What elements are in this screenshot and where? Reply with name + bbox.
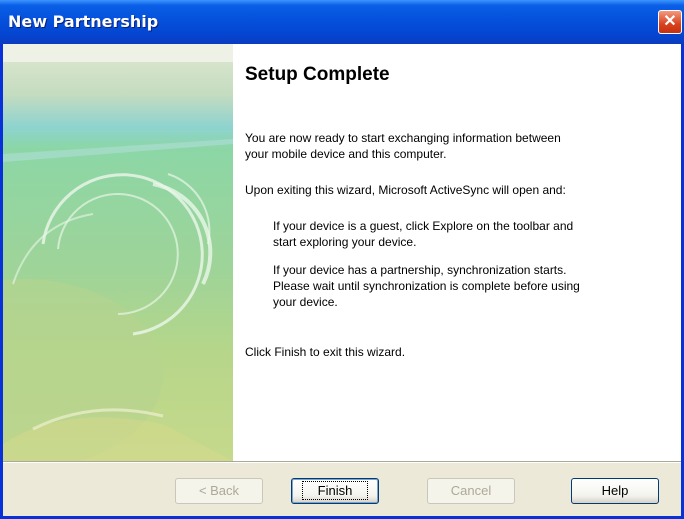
intro-text: You are now ready to start exchanging in…: [245, 131, 561, 161]
new-partnership-dialog: New Partnership ✕ Setup Complete You are…: [0, 0, 684, 519]
button-area-divider-highlight: [3, 462, 681, 463]
back-button[interactable]: < Back: [175, 478, 263, 504]
wizard-content-panel: Setup Complete You are now ready to star…: [233, 44, 681, 461]
close-button[interactable]: ✕: [658, 10, 682, 34]
decorative-swirl-image: [3, 44, 233, 461]
partnership-device-text: If your device has a partnership, synchr…: [273, 263, 580, 309]
window-title: New Partnership: [8, 12, 159, 31]
help-button[interactable]: Help: [571, 478, 659, 504]
guest-device-text: If your device is a guest, click Explore…: [273, 219, 574, 249]
close-icon: ✕: [663, 13, 677, 30]
cancel-button[interactable]: Cancel: [427, 478, 515, 504]
wizard-side-artwork: [3, 44, 233, 461]
finish-button-label: Finish: [301, 481, 369, 500]
finish-instruction-text: Click Finish to exit this wizard.: [245, 345, 406, 359]
page-title: Setup Complete: [245, 64, 390, 85]
title-bar[interactable]: New Partnership ✕: [0, 0, 684, 44]
finish-button[interactable]: Finish: [291, 478, 379, 504]
exit-info-text: Upon exiting this wizard, Microsoft Acti…: [245, 183, 566, 197]
